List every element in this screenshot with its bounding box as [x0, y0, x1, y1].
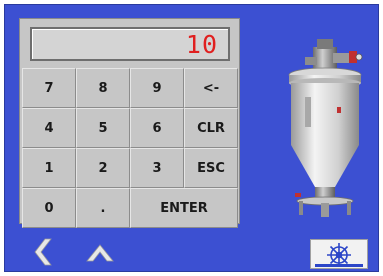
back-button[interactable] — [27, 237, 61, 267]
enter-key[interactable]: ENTER — [130, 188, 238, 228]
up-button[interactable] — [83, 237, 117, 267]
numeric-keypad: 10 7 8 9 <- 4 5 6 CLR 1 2 3 ESC 0 . ENTE… — [19, 18, 240, 228]
display-value: 10 — [185, 30, 218, 59]
key-8[interactable]: 8 — [76, 68, 130, 108]
vacuum-hopper-illustration — [288, 39, 363, 217]
key-2[interactable]: 2 — [76, 148, 130, 188]
key-1[interactable]: 1 — [22, 148, 76, 188]
key-4[interactable]: 4 — [22, 108, 76, 148]
key-5[interactable]: 5 — [76, 108, 130, 148]
decimal-key[interactable]: . — [76, 188, 130, 228]
key-3[interactable]: 3 — [130, 148, 184, 188]
key-6[interactable]: 6 — [130, 108, 184, 148]
hmi-screen: 10 7 8 9 <- 4 5 6 CLR 1 2 3 ESC 0 . ENTE… — [4, 4, 379, 272]
chevron-left-icon — [34, 238, 52, 266]
clear-key[interactable]: CLR — [184, 108, 238, 148]
chevron-up-icon — [86, 244, 114, 262]
key-0[interactable]: 0 — [22, 188, 76, 228]
ship-wheel-icon — [315, 243, 363, 267]
key-9[interactable]: 9 — [130, 68, 184, 108]
home-button[interactable] — [310, 239, 368, 269]
escape-key[interactable]: ESC — [184, 148, 238, 188]
key-7[interactable]: 7 — [22, 68, 76, 108]
backspace-key[interactable]: <- — [184, 68, 238, 108]
value-display: 10 — [30, 27, 230, 61]
